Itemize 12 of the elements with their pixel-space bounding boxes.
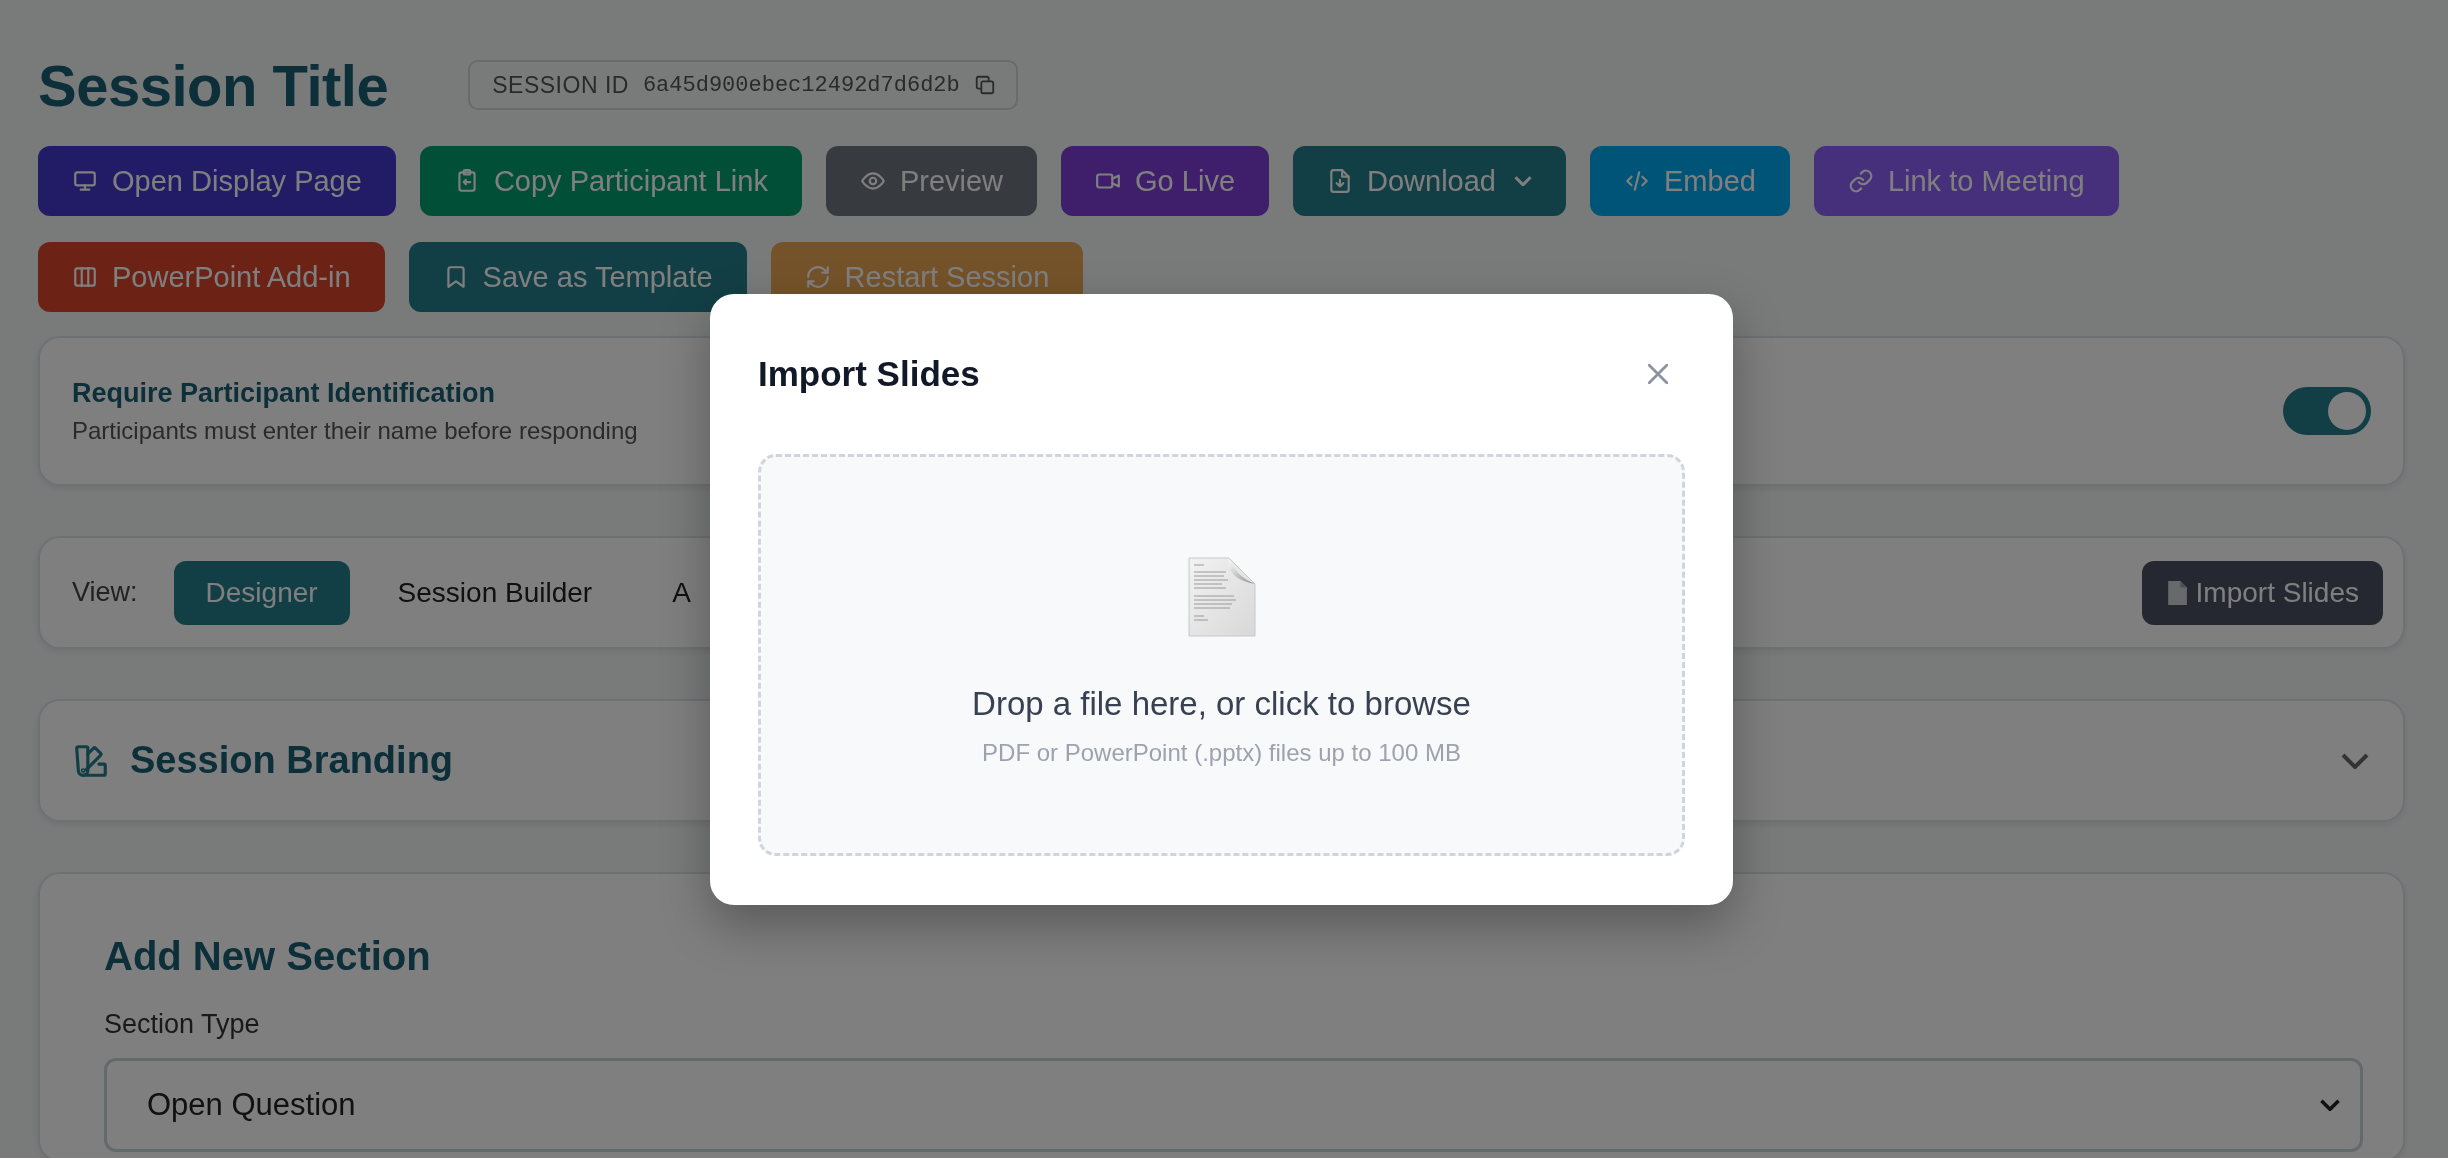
drop-instruction: Drop a file here, or click to browse [972,685,1471,723]
setting-title: Require Participant Identification [72,377,497,409]
section-heading: Add New Section [104,934,432,979]
page-title: Session Title [38,51,389,119]
session-id-label: SESSION ID [492,71,629,99]
file-type-hint: PDF or PowerPoint (.pptx) files up to 100 MB [982,739,1461,767]
panel-title: Session Branding [130,739,454,782]
modal-title: Import Slides [758,354,980,394]
field-label: Section Type [104,1009,261,1040]
setting-description: Participants must enter their name before responding [72,416,638,445]
view-label: View: [72,577,138,608]
session-id-value: 6a45d900ebec12492d7d6d2b [642,72,960,98]
